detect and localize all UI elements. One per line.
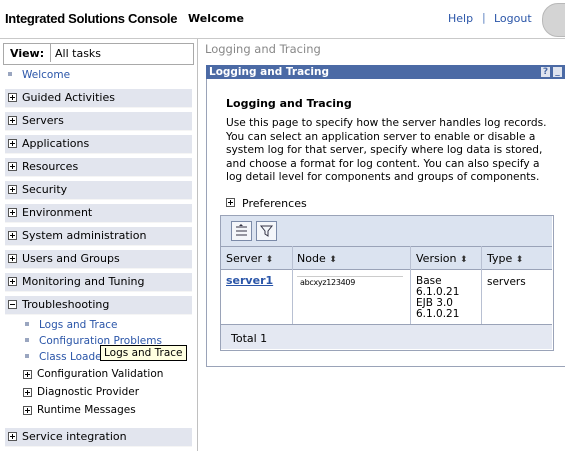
expand-icon[interactable] [8, 162, 17, 171]
collapse-icon[interactable] [8, 300, 17, 309]
column-header-version[interactable]: Version ⬍ [416, 252, 468, 265]
sort-icon[interactable]: ⬍ [329, 255, 337, 265]
nav-diagnostic-provider[interactable]: Diagnostic Provider [37, 386, 139, 398]
expand-icon[interactable] [8, 277, 17, 286]
bullet-icon [25, 354, 29, 358]
column-header-type[interactable]: Type ⬍ [487, 252, 523, 265]
logout-link[interactable]: Logout [494, 12, 532, 25]
nav-section-label: Monitoring and Tuning [22, 275, 145, 288]
server-link[interactable]: server1 [226, 274, 273, 287]
nav-runtime-messages[interactable]: Runtime Messages [37, 404, 136, 416]
help-link[interactable]: Help [448, 12, 473, 25]
welcome-title: Welcome [188, 12, 244, 25]
column-header-server[interactable]: Server ⬍ [226, 252, 273, 265]
nav-class-loader-link[interactable]: Class Loade [39, 351, 102, 363]
sort-icon[interactable]: ⬍ [460, 255, 468, 265]
nav-section-applications[interactable]: Applications [5, 135, 192, 154]
panel-title: Logging and Tracing [209, 66, 330, 78]
nav-section-service-integration[interactable]: Service integration [5, 428, 192, 447]
page-title: Logging and Tracing [226, 97, 352, 110]
nav-section-label: Applications [22, 137, 90, 150]
header-separator: | [482, 11, 486, 24]
expand-icon[interactable] [8, 432, 17, 441]
view-label: View: [10, 47, 45, 60]
nav-section-label: Users and Groups [22, 252, 120, 265]
nav-section-label: Security [22, 183, 68, 196]
node-value: abcxyz123409 [300, 278, 355, 287]
expand-icon[interactable] [8, 254, 17, 263]
version-line: 6.1.0.21 [416, 308, 460, 320]
logo-icon [542, 3, 565, 37]
nav-section-label: Service integration [22, 430, 127, 443]
expand-icon[interactable] [226, 198, 235, 207]
expand-icon[interactable] [23, 388, 32, 397]
nav-section-label: Troubleshooting [22, 298, 110, 311]
bullet-icon [25, 338, 29, 342]
expand-icon[interactable] [8, 208, 17, 217]
preferences-toggle[interactable]: Preferences [242, 197, 307, 210]
nav-section-label: Resources [22, 160, 79, 173]
column-header-label: Server [226, 252, 263, 265]
select-all-icon[interactable] [231, 221, 252, 241]
expand-icon[interactable] [8, 185, 17, 194]
column-header-label: Type [487, 252, 513, 265]
total-count: Total 1 [231, 332, 268, 345]
type-value: servers [487, 276, 526, 288]
expand-icon[interactable] [8, 139, 17, 148]
column-divider [410, 246, 411, 324]
expand-icon[interactable] [8, 93, 17, 102]
nav-welcome-link[interactable]: Welcome [22, 69, 70, 81]
help-icon[interactable]: ? [541, 67, 550, 77]
nav-configuration-validation[interactable]: Configuration Validation [37, 368, 163, 380]
breadcrumb: Logging and Tracing [205, 42, 321, 56]
column-divider [292, 246, 293, 324]
page-description: Use this page to specify how the server … [226, 117, 547, 183]
minimize-icon[interactable]: _ [553, 67, 562, 77]
nav-section-monitoring-and-tuning[interactable]: Monitoring and Tuning [5, 273, 192, 292]
nav-section-label: Guided Activities [22, 91, 115, 104]
column-divider [481, 246, 482, 324]
nav-section-servers[interactable]: Servers [5, 112, 192, 131]
nav-section-system-administration[interactable]: System administration [5, 227, 192, 246]
expand-icon[interactable] [8, 231, 17, 240]
bullet-icon [8, 72, 12, 76]
bullet-icon [25, 322, 29, 326]
sort-icon[interactable]: ⬍ [516, 255, 524, 265]
nav-section-label: Servers [22, 114, 64, 127]
expand-icon[interactable] [23, 370, 32, 379]
column-header-label: Node [297, 252, 326, 265]
sort-icon[interactable]: ⬍ [266, 255, 274, 265]
expand-icon[interactable] [23, 406, 32, 415]
nav-logs-and-trace-link[interactable]: Logs and Trace [39, 319, 118, 331]
tooltip: Logs and Trace [100, 345, 187, 361]
nav-section-resources[interactable]: Resources [5, 158, 192, 177]
nav-section-troubleshooting[interactable]: Troubleshooting [5, 296, 192, 315]
nav-section-environment[interactable]: Environment [5, 204, 192, 223]
nav-section-label: System administration [22, 229, 147, 242]
nav-section-security[interactable]: Security [5, 181, 192, 200]
nav-section-guided-activities[interactable]: Guided Activities [5, 89, 192, 108]
nav-section-label: Environment [22, 206, 93, 219]
table-footer [221, 324, 552, 349]
expand-icon[interactable] [8, 116, 17, 125]
column-header-label: Version [416, 252, 457, 265]
app-title: Integrated Solutions Console [5, 11, 178, 26]
view-select-value: All tasks [55, 47, 102, 60]
column-header-node[interactable]: Node ⬍ [297, 252, 337, 265]
filter-icon[interactable] [256, 221, 277, 241]
nav-section-users-and-groups[interactable]: Users and Groups [5, 250, 192, 269]
